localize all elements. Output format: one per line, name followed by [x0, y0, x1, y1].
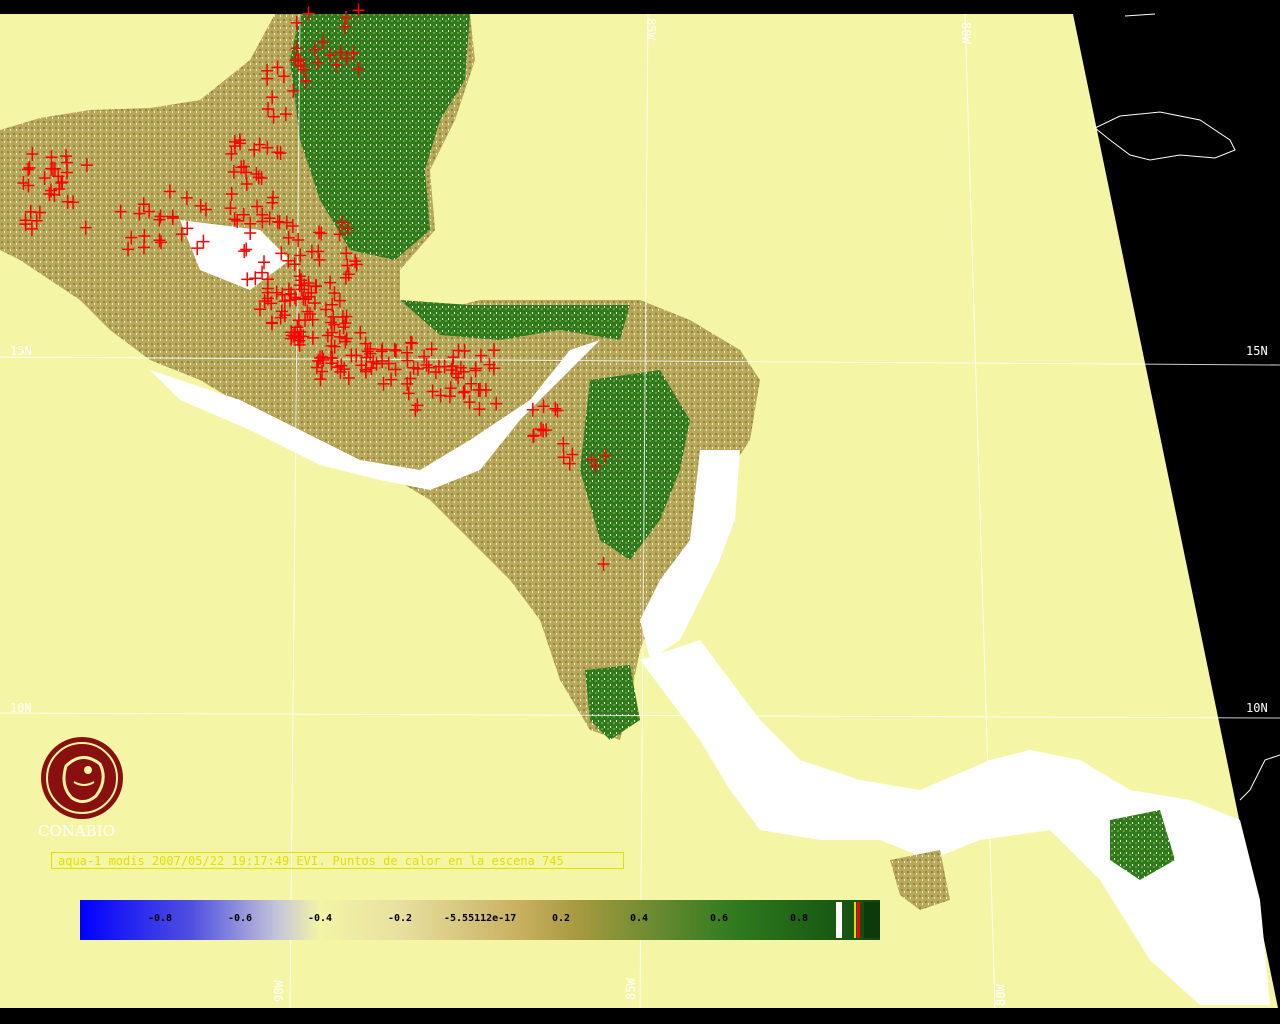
- scene-caption: aqua-1 modis 2007/05/22 19:17:49 EVI. Pu…: [51, 852, 624, 869]
- lat-label-10n-left: 10N: [10, 701, 32, 715]
- colorbar-label-7: 0.6: [710, 913, 729, 924]
- lat-label-15n-right: 15N: [1246, 344, 1268, 358]
- colorbar-label-4: -5.55112e-17: [444, 913, 517, 924]
- colorbar-label-2: -0.4: [308, 913, 333, 924]
- lon-label-90w-bottom: 90W: [272, 980, 286, 1002]
- lon-label-85w-top: 85W: [644, 18, 658, 40]
- conabio-logo-text: CONABIO: [38, 822, 115, 840]
- colorbar-label-5: 0.2: [552, 913, 571, 924]
- colorbar-label-0: -0.8: [148, 913, 173, 924]
- colorbar-label-8: 0.8: [790, 913, 809, 924]
- satellite-map: [0, 0, 1280, 1024]
- lon-label-85w-bottom: 85W: [624, 978, 638, 1000]
- colorbar-label-6: 0.4: [630, 913, 649, 924]
- lon-label-80w-bottom: 80W: [994, 984, 1008, 1006]
- colorbar-label-3: -0.2: [388, 913, 413, 924]
- lon-label-80w-top: 80W: [959, 22, 973, 44]
- lat-label-15n-left: 15N: [10, 344, 32, 358]
- colorbar-label-1: -0.6: [228, 913, 253, 924]
- lat-label-10n-right: 10N: [1246, 701, 1268, 715]
